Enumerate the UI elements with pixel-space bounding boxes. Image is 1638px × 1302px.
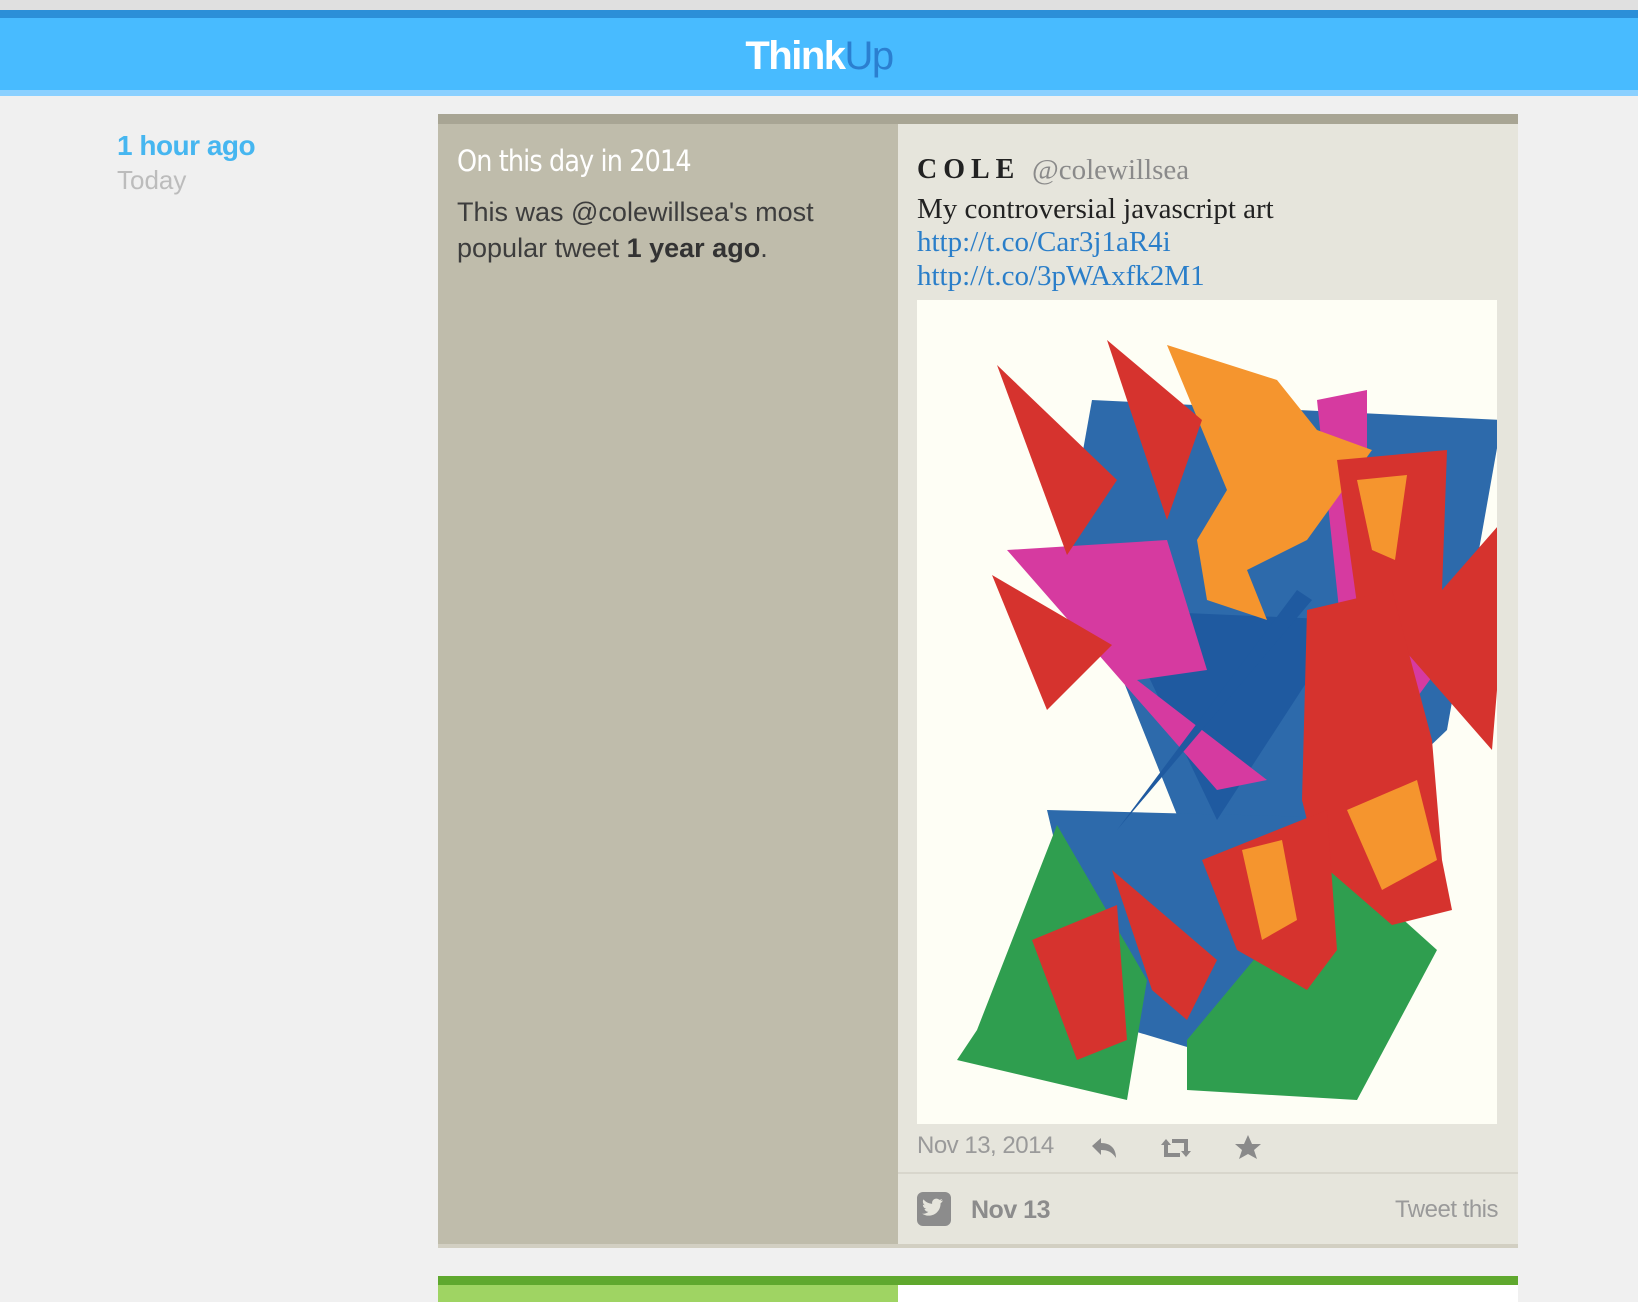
insight-description: This was @colewillsea's most popular twe… bbox=[457, 194, 877, 266]
tweet-author-handle[interactable]: @colewillsea bbox=[1032, 154, 1189, 187]
tweet-text: My controversial javascript art bbox=[917, 193, 1274, 225]
tweet-footer-divider bbox=[898, 1172, 1518, 1174]
insight-desc-suffix: . bbox=[760, 233, 768, 263]
tweet-link-2[interactable]: http://t.co/3pWAxfk2M1 bbox=[917, 260, 1205, 293]
star-icon[interactable] bbox=[1228, 1128, 1268, 1168]
tweet-date[interactable]: Nov 13, 2014 bbox=[917, 1132, 1054, 1160]
insight-desc-bold: 1 year ago bbox=[626, 233, 761, 263]
tweet-image[interactable] bbox=[917, 300, 1497, 1124]
insight-card: On this day in 2014 This was @colewillse… bbox=[438, 114, 1518, 1248]
reply-icon[interactable] bbox=[1084, 1128, 1124, 1168]
tweet-author-name[interactable]: COLE bbox=[917, 154, 1020, 186]
insight-summary-panel: On this day in 2014 This was @colewillse… bbox=[438, 124, 898, 1244]
next-insight-summary-panel bbox=[438, 1285, 898, 1302]
thinkup-logo[interactable]: ThinkUp bbox=[0, 34, 1638, 79]
logo-up: Up bbox=[844, 34, 895, 78]
next-insight-card bbox=[438, 1276, 1518, 1302]
browser-top-strip bbox=[0, 0, 1638, 10]
footer-date[interactable]: Nov 13 bbox=[971, 1196, 1050, 1225]
insight-timestamp[interactable]: 1 hour ago bbox=[117, 130, 256, 162]
retweet-icon[interactable] bbox=[1156, 1128, 1196, 1168]
tweet-this-link[interactable]: Tweet this bbox=[1395, 1196, 1499, 1224]
tweet-link-1[interactable]: http://t.co/Car3j1aR4i bbox=[917, 226, 1171, 259]
insight-day-label: Today bbox=[117, 165, 187, 195]
insight-title: On this day in 2014 bbox=[457, 144, 692, 178]
app-header: ThinkUp bbox=[0, 10, 1638, 96]
twitter-icon[interactable] bbox=[917, 1192, 951, 1226]
tweet-panel: COLE @colewillsea My controversial javas… bbox=[898, 124, 1518, 1244]
logo-think: Think bbox=[745, 34, 846, 78]
